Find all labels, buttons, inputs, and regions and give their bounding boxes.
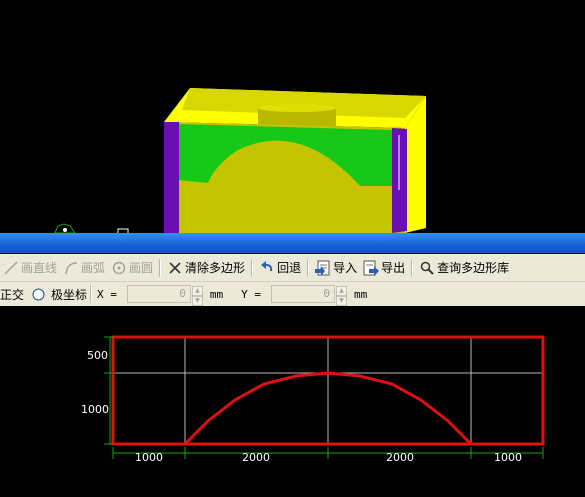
import-label: 导入 [333,261,358,275]
ortho-toggle[interactable]: 正交 [0,286,24,303]
draw-line-button[interactable]: 画直线 [0,257,60,279]
3d-viewport[interactable] [0,0,585,235]
toolbar-separator [411,258,414,277]
x-input[interactable]: 0 [126,285,191,303]
y-unit: mm [354,287,368,301]
query-library-label: 查询多边形库 [437,261,510,275]
query-library-button[interactable]: 查询多边形库 [416,257,512,279]
toolbar-separator [90,285,93,303]
clear-polygon-button[interactable]: 清除多边形 [164,257,248,279]
x-spinner[interactable]: ▲ ▼ [191,286,203,306]
dialog-title-bar[interactable] [0,233,585,253]
y-spinner[interactable]: ▲ ▼ [336,286,348,306]
draw-circle-label: 画圆 [129,261,154,275]
bottom-dim-2: 2000 [242,451,270,464]
model-left-pillar [164,122,179,233]
profile-canvas[interactable]: 500 1000 1000 2000 2000 1000 [0,307,585,494]
profile-grid [113,337,543,444]
arc-icon [63,260,79,276]
line-icon [3,260,19,276]
bottom-dim-3: 2000 [386,451,414,464]
draw-line-label: 画直线 [21,261,58,275]
undo-icon [259,260,275,276]
circle-icon [111,260,127,276]
left-dim-1000: 1000 [81,403,109,416]
coordinate-toolbar: 正交 极坐标 X = 0 ▲ ▼ mm Y = 0 ▲ ▼ mm [0,282,585,306]
toolbar-separator [159,258,162,277]
bottom-dim-1: 1000 [135,451,163,464]
search-icon [419,260,435,276]
y-input[interactable]: 0 [271,285,336,303]
left-dim-500: 500 [87,349,108,362]
polar-label: 极坐标 [51,287,88,302]
y-label: Y = [241,287,262,301]
x-label: X = [97,287,117,301]
bottom-dimension [112,447,544,459]
drawing-toolbar: 画直线 画弧 画圆 清除多边形 回退 导入 导出 查询多边形库 [0,254,585,282]
x-unit: mm [209,287,224,301]
bottom-dim-4: 1000 [494,451,522,464]
undo-button[interactable]: 回退 [256,257,304,279]
import-button[interactable]: 导入 [312,257,360,279]
toolbar-separator [251,258,254,277]
export-label: 导出 [381,261,406,275]
clear-x-icon [167,260,183,276]
draw-circle-button[interactable]: 画圆 [108,257,156,279]
export-button[interactable]: 导出 [360,257,408,279]
draw-arc-button[interactable]: 画弧 [60,257,108,279]
export-icon [363,260,380,276]
import-icon [315,260,331,276]
clear-polygon-label: 清除多边形 [185,261,246,275]
polar-radio[interactable] [32,288,45,301]
draw-arc-label: 画弧 [81,261,106,275]
toolbar-separator [307,258,310,277]
3d-model [54,88,426,235]
undo-label: 回退 [277,261,302,275]
